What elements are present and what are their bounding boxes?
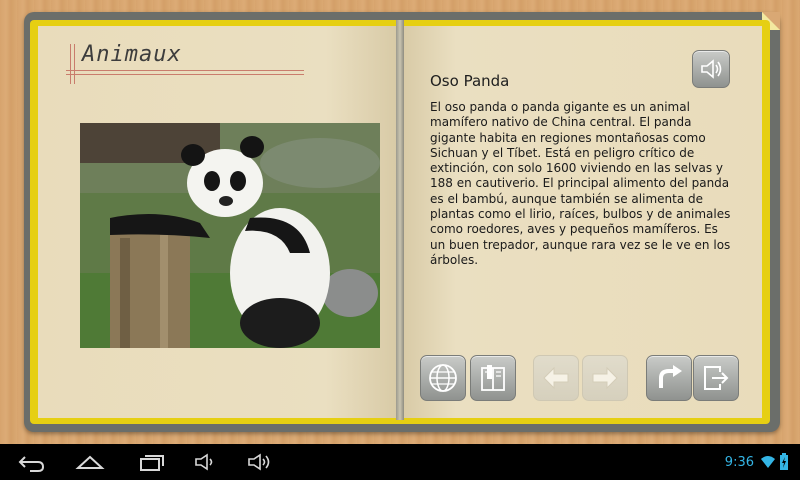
next-button[interactable] [582,355,628,401]
previous-button[interactable] [533,355,579,401]
page-title: Animaux [82,42,182,67]
recent-apps-icon[interactable] [137,452,167,472]
back-icon[interactable] [16,452,46,472]
speaker-icon [701,59,722,79]
book-button[interactable] [470,355,516,401]
left-page: Animaux [38,26,398,418]
title-underline [66,70,304,71]
margin-line-2 [74,44,75,84]
globe-icon [429,364,457,392]
book-icon [481,365,505,391]
article-heading: Oso Panda [430,72,510,90]
exit-icon [704,366,729,390]
book-spine [396,20,404,420]
status-clock: 9:36 [724,455,754,470]
volume-down-icon[interactable] [193,452,219,472]
margin-line [70,44,71,84]
system-navigation-bar: 9:36 [0,444,800,480]
wifi-icon [761,456,775,468]
exit-button[interactable] [693,355,739,401]
panda-photo [80,123,380,348]
speaker-button[interactable] [692,50,730,88]
article-body: El oso panda o panda gigante es un anima… [430,100,731,267]
title-underline-2 [66,74,304,75]
globe-button[interactable] [420,355,466,401]
home-icon[interactable] [75,452,105,472]
arrow-right-icon [592,366,618,390]
arrow-left-icon [543,366,569,390]
battery-icon [780,453,788,470]
redo-arrow-icon [659,365,682,388]
replay-button[interactable] [646,355,692,401]
volume-up-icon[interactable] [246,452,274,472]
